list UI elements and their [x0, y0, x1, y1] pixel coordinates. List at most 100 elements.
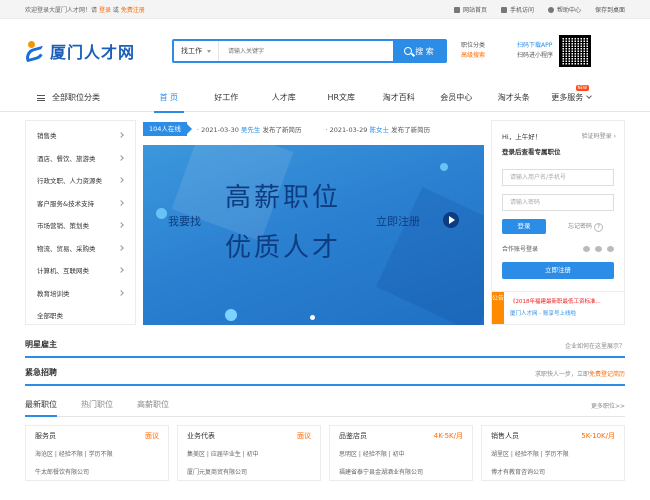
urgent-hiring-header: 紧急招聘 求职快人一步，立即免费登记简历: [25, 364, 625, 386]
category-item-all[interactable]: 全部职类: [26, 304, 135, 327]
home-link-label: 网站首页: [462, 7, 487, 14]
help-link[interactable]: 帮助中心: [547, 5, 581, 14]
welcome-prefix: 欢迎登录大厦门人才网！请: [25, 7, 98, 14]
search-input[interactable]: [219, 41, 393, 61]
ticker-entry[interactable]: · 2021-03-30 吴先生 发布了新简历: [197, 124, 302, 134]
register-link[interactable]: 免费注册: [121, 7, 145, 14]
category-label: 客户服务&技术支持: [37, 199, 95, 208]
banner-register-text: 立即注册: [376, 215, 420, 228]
tab-high-pay[interactable]: 高薪职位: [137, 399, 169, 416]
tab-latest[interactable]: 最新职位: [25, 399, 57, 417]
job-salary: 5K-10K/月: [581, 432, 615, 440]
greeting-text: Hi，上午好！: [502, 133, 542, 141]
chevron-right-icon: [118, 132, 124, 139]
category-item[interactable]: 客户服务&技术支持: [26, 192, 135, 215]
nav-home[interactable]: 首 页: [140, 83, 198, 113]
login-button[interactable]: 登录: [502, 219, 546, 234]
notice-tag: 公告: [492, 292, 504, 324]
username-field[interactable]: 请输入用户名/手机号: [502, 169, 614, 186]
help-link-label: 帮助中心: [556, 7, 581, 14]
sms-login-link[interactable]: 验证码登录: [582, 131, 616, 141]
notice-item[interactable]: 《2018年福建最新职最低工资标准...: [510, 296, 601, 308]
menu-icon: [37, 94, 45, 101]
advanced-search-link[interactable]: 高级搜索: [461, 52, 485, 59]
nav-good-jobs[interactable]: 好工作: [198, 83, 256, 112]
job-tabs: 最新职位 热门职位 高薪职位 更多职位>>: [25, 397, 625, 417]
qq-icon[interactable]: [595, 245, 602, 252]
category-item[interactable]: 销售类: [26, 124, 135, 147]
chevron-right-icon: [118, 289, 124, 296]
chevron-down-icon: [586, 93, 593, 99]
carousel-dot[interactable]: [310, 315, 315, 320]
nav-member-center[interactable]: 会员中心: [428, 83, 486, 112]
banner-left-text: 我要找: [168, 215, 201, 228]
logo-icon: [23, 39, 47, 63]
employer-showcase-link[interactable]: 企业如何在这里展示？: [565, 341, 625, 350]
online-count-badge: 104人在线: [143, 121, 192, 136]
ticker-name: 吴先生: [240, 125, 261, 134]
job-category-link[interactable]: 职位分类: [461, 42, 485, 49]
login-link[interactable]: 登录: [99, 7, 111, 14]
ticker-action: 发布了新简历: [391, 125, 431, 134]
ticker-entry[interactable]: · 2021-03-29 陈女士 发布了新简历: [326, 124, 431, 134]
job-card[interactable]: 服务员 面议 海沧区 | 经验不限 | 学历不限 牛太郎餐饮有限公司: [25, 425, 169, 481]
nav-hr-library[interactable]: HR文库: [313, 83, 371, 112]
job-company: 牛太郎餐饮有限公司: [35, 469, 90, 476]
save-desktop-link[interactable]: 保存到桌面: [595, 5, 625, 14]
chevron-right-icon: [118, 244, 124, 251]
search-button[interactable]: 搜 索: [393, 41, 445, 61]
password-field[interactable]: 请输入密码: [502, 194, 614, 211]
weibo-icon[interactable]: [583, 245, 590, 252]
more-jobs-link[interactable]: 更多职位>>: [591, 401, 625, 416]
promo-banner[interactable]: 我要找 高薪职位 优质人才 立即注册: [143, 145, 484, 325]
job-card[interactable]: 业务代表 面议 集美区 | 应届毕业生 | 初中 厦门元复商贸有限公司: [177, 425, 321, 481]
nav-talent-pool[interactable]: 人才库: [255, 83, 313, 112]
category-label: 全部职类: [37, 312, 63, 321]
category-item[interactable]: 市场营销、策划类: [26, 214, 135, 237]
nav-more-services[interactable]: 更多服务 NEW: [543, 83, 601, 112]
login-subtitle: 登录后查看专属职位: [502, 148, 561, 156]
search-button-label: 搜 索: [415, 46, 434, 56]
nav-headlines[interactable]: 淘才头条: [485, 83, 543, 112]
more-services-label: 更多服务: [551, 93, 584, 102]
play-arrow-icon: [443, 212, 459, 228]
chevron-right-icon: [118, 177, 124, 184]
chevron-right-icon: [118, 199, 124, 206]
or-text: 或: [112, 7, 119, 14]
job-title: 服务员: [35, 432, 56, 440]
search-type-select[interactable]: 找工作: [174, 41, 219, 61]
ticker-date: 2021-03-30: [201, 125, 239, 134]
category-item[interactable]: 计算机、互联网类: [26, 259, 135, 282]
all-categories-toggle[interactable]: 全部职位分类: [25, 92, 140, 103]
notice-item[interactable]: 厦门人才网 - 账享号上线啦: [510, 308, 601, 320]
wechat-icon[interactable]: [607, 245, 614, 252]
job-requirements: 集美区 | 应届毕业生 | 初中: [187, 451, 259, 458]
mobile-link-label: 手机访问: [509, 7, 534, 14]
job-list: 服务员 面议 海沧区 | 经验不限 | 学历不限 牛太郎餐饮有限公司 业务代表 面议…: [25, 425, 625, 481]
notice-board: 公告 《2018年福建最新职最低工资标准... 厦门人才网 - 账享号上线啦: [492, 291, 624, 324]
search-bar: 找工作 搜 索: [172, 39, 447, 63]
section-title: 紧急招聘: [25, 368, 57, 377]
tab-hot[interactable]: 热门职位: [81, 399, 113, 416]
job-salary: 面议: [145, 432, 159, 440]
register-resume-link[interactable]: 免费登记简历: [589, 371, 625, 378]
category-item[interactable]: 教育培训类: [26, 282, 135, 305]
job-requirements: 思明区 | 经验不限 | 初中: [339, 451, 405, 458]
category-label: 教育培训类: [37, 289, 70, 298]
all-categories-label: 全部职位分类: [52, 93, 100, 102]
category-label: 销售类: [37, 132, 57, 141]
home-link[interactable]: 网站首页: [453, 5, 487, 14]
nav-wiki[interactable]: 淘才百科: [370, 83, 428, 112]
new-badge: NEW: [575, 85, 589, 91]
category-item[interactable]: 物流、贸易、采购类: [26, 237, 135, 260]
category-item[interactable]: 行政文职、人力资源类: [26, 169, 135, 192]
job-salary: 4K-5K/月: [433, 432, 463, 440]
job-company: 博才有教育咨询公司: [491, 469, 546, 476]
category-item[interactable]: 酒店、餐饮、旅游类: [26, 147, 135, 170]
register-button[interactable]: 立即注册: [502, 262, 614, 279]
job-card[interactable]: 品鉴店员 4K-5K/月 思明区 | 经验不限 | 初中 福建省泰宁县金湖酒业有限…: [329, 425, 473, 481]
site-logo[interactable]: 厦门人才网: [23, 39, 172, 63]
mobile-link[interactable]: 手机访问: [500, 5, 534, 14]
job-card[interactable]: 销售人员 5K-10K/月 湖里区 | 经验不限 | 学历不限 博才有教育咨询公司: [481, 425, 625, 481]
forgot-password-link[interactable]: 忘记密码: [568, 221, 603, 232]
